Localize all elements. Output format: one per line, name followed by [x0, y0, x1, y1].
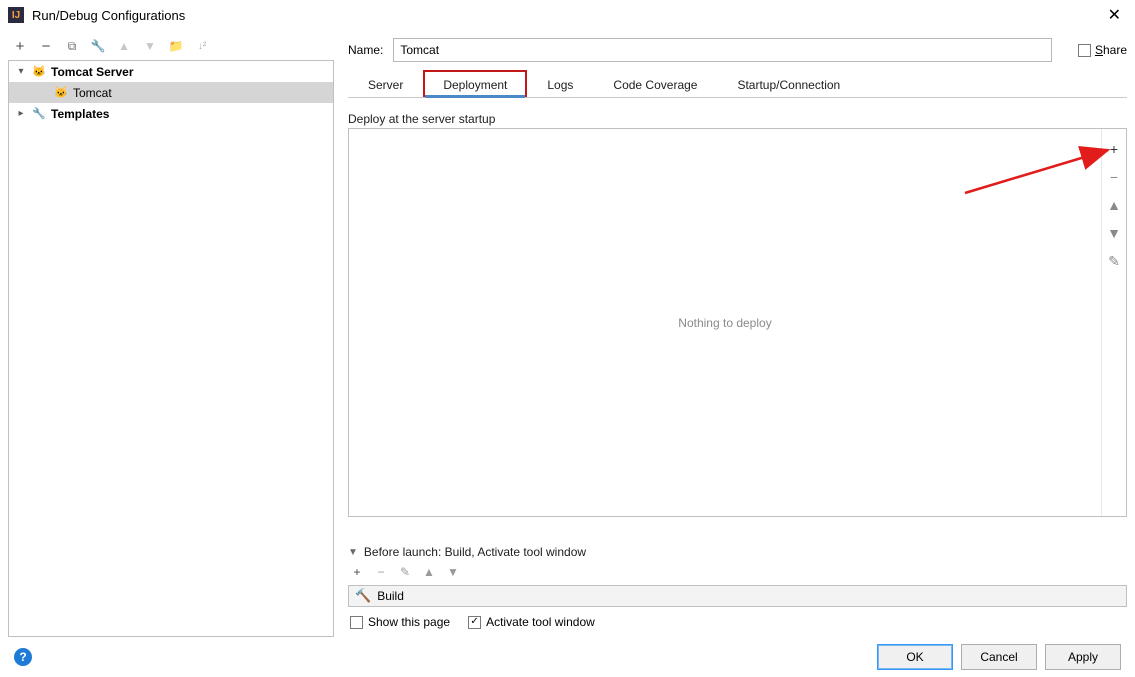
dialog-footer: ? OK Cancel Apply	[0, 637, 1135, 677]
name-label: Name:	[348, 43, 383, 57]
tab-server[interactable]: Server	[348, 70, 423, 97]
add-config-icon[interactable]: +	[12, 38, 28, 54]
deploy-section-label: Deploy at the server startup	[348, 112, 1127, 128]
tomcat-icon: 🐱	[31, 64, 47, 80]
bl-up-icon: ▲	[422, 565, 436, 579]
activate-tool-window-checkbox[interactable]: Activate tool window	[468, 615, 595, 629]
tab-deployment[interactable]: Deployment	[423, 70, 527, 97]
bl-item-label: Build	[377, 589, 404, 603]
help-icon[interactable]: ?	[14, 648, 32, 666]
bl-remove-icon: −	[374, 565, 388, 579]
before-launch-section: ▼ Before launch: Build, Activate tool wi…	[348, 545, 1127, 637]
tree-node-tomcat-server[interactable]: ▾ 🐱 Tomcat Server	[9, 61, 333, 82]
collapse-arrow-icon[interactable]: ▼	[348, 547, 358, 558]
hammer-icon: 🔨	[355, 588, 371, 604]
configurations-toolbar: + − ⧉ 🔧 ▲ ▼ 📁 ↓²	[8, 36, 334, 60]
tab-logs[interactable]: Logs	[527, 70, 593, 97]
configurations-panel: + − ⧉ 🔧 ▲ ▼ 📁 ↓² ▾ 🐱 Tomcat Server 🐱 Tom…	[8, 36, 334, 637]
copy-config-icon[interactable]: ⧉	[64, 38, 80, 54]
cancel-button[interactable]: Cancel	[961, 644, 1037, 670]
show-this-page-checkbox[interactable]: Show this page	[350, 615, 450, 629]
close-icon[interactable]: ✕	[1102, 5, 1127, 25]
checkbox-icon	[468, 616, 481, 629]
sort-icon[interactable]: ↓²	[194, 38, 210, 54]
tabs-bar: Server Deployment Logs Code Coverage Sta…	[348, 70, 1127, 98]
bl-edit-icon: ✎	[398, 565, 412, 579]
edit-defaults-icon[interactable]: 🔧	[90, 38, 106, 54]
titlebar: IJ Run/Debug Configurations ✕	[0, 0, 1135, 30]
activate-tool-window-label: Activate tool window	[486, 615, 595, 629]
tomcat-icon: 🐱	[53, 85, 69, 101]
checkbox-icon	[350, 616, 363, 629]
wrench-icon: 🔧	[31, 106, 47, 122]
tree-node-templates[interactable]: ▸ 🔧 Templates	[9, 103, 333, 124]
tree-label: Tomcat	[73, 86, 112, 100]
move-up-icon: ▲	[116, 38, 132, 54]
before-launch-label: Before launch: Build, Activate tool wind…	[364, 545, 586, 559]
settings-panel: Name: SSharehare Server Deployment Logs …	[348, 36, 1127, 637]
deploy-list-box: Nothing to deploy + − ▲ ▼ ✎	[348, 128, 1127, 517]
bl-down-icon: ▼	[446, 565, 460, 579]
before-launch-toolbar: + − ✎ ▲ ▼	[348, 559, 1127, 585]
apply-button[interactable]: Apply	[1045, 644, 1121, 670]
tree-label: Templates	[51, 107, 109, 121]
tab-startup-connection[interactable]: Startup/Connection	[717, 70, 860, 97]
tab-code-coverage[interactable]: Code Coverage	[593, 70, 717, 97]
artifact-down-icon: ▼	[1106, 225, 1122, 241]
move-down-icon: ▼	[142, 38, 158, 54]
name-input[interactable]	[393, 38, 1052, 62]
share-checkbox[interactable]: SSharehare	[1062, 43, 1127, 57]
list-item[interactable]: 🔨 Build	[349, 586, 1126, 606]
expand-arrow-icon[interactable]: ▸	[15, 108, 27, 119]
tree-node-tomcat[interactable]: 🐱 Tomcat	[9, 82, 333, 103]
remove-artifact-icon: −	[1106, 169, 1122, 185]
deploy-empty-text: Nothing to deploy	[349, 129, 1102, 516]
window-title: Run/Debug Configurations	[32, 8, 1102, 23]
folder-icon[interactable]: 📁	[168, 38, 184, 54]
add-artifact-icon[interactable]: +	[1106, 141, 1122, 157]
checkbox-icon	[1078, 44, 1091, 57]
configurations-tree[interactable]: ▾ 🐱 Tomcat Server 🐱 Tomcat ▸ 🔧 Templates	[8, 60, 334, 637]
app-icon: IJ	[8, 7, 24, 23]
remove-config-icon[interactable]: −	[38, 38, 54, 54]
before-launch-list[interactable]: 🔨 Build	[348, 585, 1127, 607]
deploy-side-toolbar: + − ▲ ▼ ✎	[1102, 129, 1126, 516]
edit-artifact-icon: ✎	[1106, 253, 1122, 269]
tree-label: Tomcat Server	[51, 65, 133, 79]
artifact-up-icon: ▲	[1106, 197, 1122, 213]
expand-arrow-icon[interactable]: ▾	[15, 66, 27, 77]
show-this-page-label: Show this page	[368, 615, 450, 629]
share-label: SSharehare	[1095, 43, 1127, 57]
ok-button[interactable]: OK	[877, 644, 953, 670]
bl-add-icon[interactable]: +	[350, 565, 364, 579]
